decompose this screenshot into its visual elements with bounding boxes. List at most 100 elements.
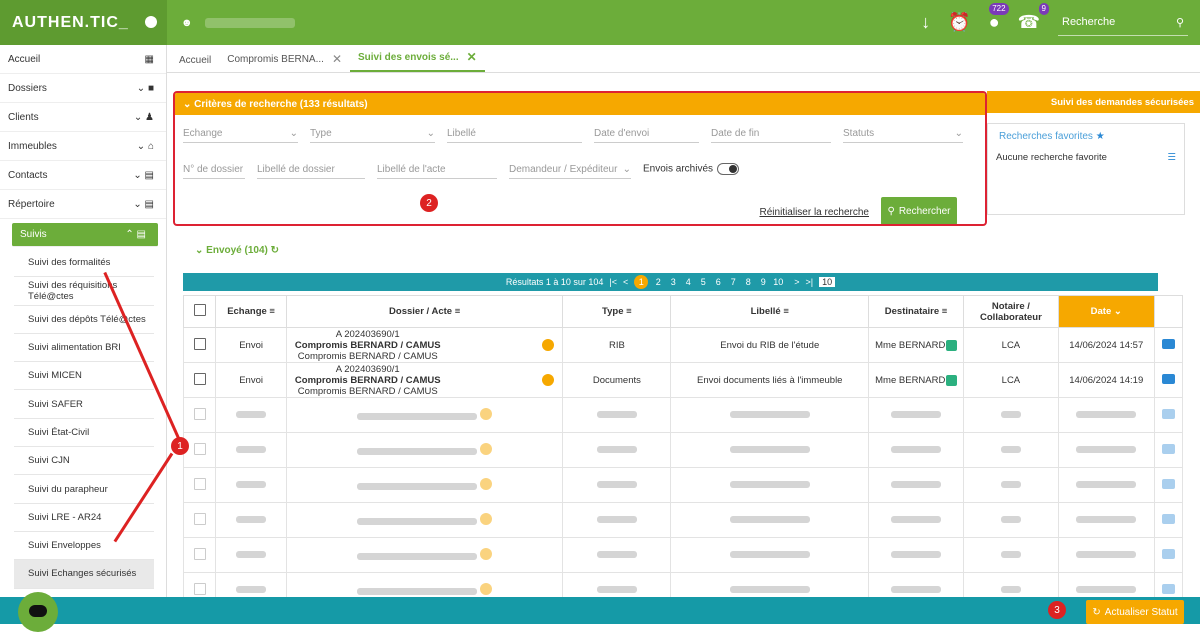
alert-icon[interactable]: ● 722: [989, 3, 1009, 33]
col-type[interactable]: Type ≡: [562, 295, 672, 328]
search-input[interactable]: Recherche ⚲: [1058, 10, 1188, 36]
per-page-select[interactable]: 10: [819, 277, 836, 287]
favorites-label: Recherches favorites: [999, 131, 1093, 142]
sidebar-subitem[interactable]: Suivi du parapheur: [14, 475, 154, 504]
toggle-switch[interactable]: [717, 163, 740, 175]
book-icon: ⌄ ▤: [133, 198, 154, 210]
contact-card-icon: ⌄ ▤: [133, 169, 154, 181]
cell-libelle: Envoi du RIB de l'étude: [670, 327, 870, 363]
cell-date: 14/06/2024 14:57: [1057, 327, 1155, 363]
sidebar-subitem[interactable]: Suivi LRE - AR24: [14, 503, 154, 532]
col-date[interactable]: Date ⌄: [1057, 295, 1155, 328]
date-envoi-field[interactable]: Date d'envoi: [594, 123, 699, 143]
cell-echange: Envoi: [215, 327, 287, 363]
echange-select[interactable]: Echange ⌄: [183, 123, 298, 143]
col-dossier[interactable]: Dossier / Acte ≡: [285, 295, 564, 328]
libelle-dossier-field[interactable]: Libellé de dossier: [257, 159, 365, 179]
tab-suivi-envois[interactable]: Suivi des envois sé... ✕: [350, 44, 485, 72]
col-libelle[interactable]: Libellé ≡: [670, 295, 870, 328]
sidebar-subitem[interactable]: Suivi des dépôts Télé@ctes: [14, 305, 154, 334]
page-number[interactable]: 4: [683, 277, 693, 287]
sidebar-item-immeubles[interactable]: Immeubles ⌄ ⌂: [0, 132, 166, 161]
field-label: Type: [310, 128, 332, 139]
page-number[interactable]: 7: [728, 277, 738, 287]
chat-bubble-icon[interactable]: [18, 592, 58, 632]
demandeur-select[interactable]: Demandeur / Expéditeur ⌄: [509, 159, 631, 179]
page-number[interactable]: 5: [698, 277, 708, 287]
sidebar-label: Immeubles: [8, 140, 57, 152]
prev-page-icon[interactable]: <: [623, 277, 628, 287]
col-echange[interactable]: Echange ≡: [215, 295, 287, 328]
sidebar-item-clients[interactable]: Clients ⌄ ♟: [0, 103, 166, 132]
page-number[interactable]: 2: [653, 277, 663, 287]
page-number[interactable]: 10: [773, 277, 783, 287]
tab-compromis[interactable]: Compromis BERNA... ✕: [219, 46, 350, 72]
sliders-icon[interactable]: ☰: [1167, 152, 1176, 163]
libelle-acte-field[interactable]: Libellé de l'acte: [377, 159, 497, 179]
download-icon[interactable]: ↓: [921, 12, 930, 33]
home-icon: ⌄ ⌂: [136, 140, 154, 152]
sidebar-item-repertoire[interactable]: Répertoire ⌄ ▤: [0, 190, 166, 219]
first-page-icon[interactable]: |<: [609, 277, 617, 287]
open-icon[interactable]: [1161, 373, 1175, 384]
numero-dossier-field[interactable]: N° de dossier: [183, 159, 245, 179]
cell-dossier[interactable]: A 202403690/1 Compromis BERNARD / CAMUS Co…: [285, 327, 564, 363]
reset-search-link[interactable]: Réinitialiser la recherche: [760, 207, 870, 218]
header-label: Notaire / Collaborateur: [980, 300, 1042, 323]
open-icon[interactable]: [1161, 338, 1175, 349]
refresh-status-button[interactable]: ↻ Actualiser Statut: [1086, 600, 1184, 624]
type-select[interactable]: Type ⌄: [310, 123, 435, 143]
favorite-searches-panel: Recherches favorites ★ Aucune recherche …: [987, 123, 1185, 215]
sidebar-item-dossiers[interactable]: Dossiers ⌄ ■: [0, 74, 166, 103]
alarm-icon[interactable]: ⏰: [948, 12, 970, 33]
sidebar-item-suivis[interactable]: Suivis ⌃ ▤: [12, 223, 158, 247]
user-menu[interactable]: ☻: [181, 17, 295, 29]
sidebar-subitem[interactable]: Suivi SAFER: [14, 390, 154, 419]
row-checkbox[interactable]: [182, 327, 217, 363]
sidebar-subitem[interactable]: Suivi MICEN: [14, 362, 154, 391]
select-all-checkbox[interactable]: [182, 295, 217, 328]
date-fin-field[interactable]: Date de fin: [711, 123, 831, 143]
page-number[interactable]: 1: [634, 275, 649, 289]
contact-icon[interactable]: [945, 339, 957, 351]
row-checkbox[interactable]: [182, 362, 217, 398]
search-icon: ⚲: [887, 205, 895, 217]
contact-icon[interactable]: [945, 374, 957, 386]
close-icon[interactable]: ✕: [332, 52, 342, 66]
col-destinataire[interactable]: Destinataire ≡: [868, 295, 964, 328]
cell-action[interactable]: [1153, 327, 1184, 363]
page-number[interactable]: 8: [743, 277, 753, 287]
phone-icon[interactable]: ☎ 9: [1018, 3, 1049, 33]
sidebar-subitem[interactable]: Suivi des réquisitions Télé@ctes: [14, 277, 154, 306]
last-page-icon[interactable]: >|: [806, 277, 814, 287]
statuts-select[interactable]: Statuts ⌄: [843, 123, 963, 143]
secure-requests-header[interactable]: Suivi des demandes sécurisées: [987, 91, 1200, 113]
cell-dossier[interactable]: A 202403690/1 Compromis BERNARD / CAMUS Co…: [285, 362, 564, 398]
search-button[interactable]: ⚲ Rechercher: [881, 197, 957, 224]
page-number[interactable]: 6: [713, 277, 723, 287]
table-row[interactable]: Envoi A 202403690/1 Compromis BERNARD / C…: [182, 362, 1184, 398]
criteria-header[interactable]: ⌄ Critères de recherche (133 résultats): [175, 93, 985, 115]
cell-destinataire[interactable]: Mme BERNARD: [868, 362, 964, 398]
sidebar-item-accueil[interactable]: Accueil ▦: [0, 45, 166, 74]
brand-logo[interactable]: AUTHEN.TIC_: [0, 0, 167, 45]
sidebar-subitem[interactable]: Suivi CJN: [14, 447, 154, 476]
sidebar-subitem[interactable]: Suivi Echanges sécurisés: [14, 560, 154, 589]
sidebar-item-contacts[interactable]: Contacts ⌄ ▤: [0, 161, 166, 190]
col-notaire[interactable]: Notaire / Collaborateur: [962, 295, 1059, 328]
tab-accueil[interactable]: Accueil: [171, 49, 219, 72]
sidebar-subitem[interactable]: Suivi Enveloppes: [14, 531, 154, 561]
sidebar-subitem[interactable]: Suivi État-Civil: [14, 418, 154, 448]
libelle-field[interactable]: Libellé: [447, 123, 582, 143]
close-icon[interactable]: ✕: [467, 50, 477, 64]
archived-toggle[interactable]: Envois archivés: [643, 163, 740, 175]
cell-action[interactable]: [1153, 362, 1184, 398]
page-number[interactable]: 9: [758, 277, 768, 287]
refresh-icon[interactable]: ↻: [271, 245, 279, 256]
sidebar-subitem[interactable]: Suivi des formalités: [14, 249, 154, 278]
next-page-icon[interactable]: >: [794, 277, 799, 287]
page-number[interactable]: 3: [668, 277, 678, 287]
cell-destinataire[interactable]: Mme BERNARD: [868, 327, 964, 363]
table-row[interactable]: Envoi A 202403690/1 Compromis BERNARD / C…: [182, 327, 1184, 363]
sent-section-toggle[interactable]: ⌄ Envoyé (104) ↻: [195, 245, 279, 256]
